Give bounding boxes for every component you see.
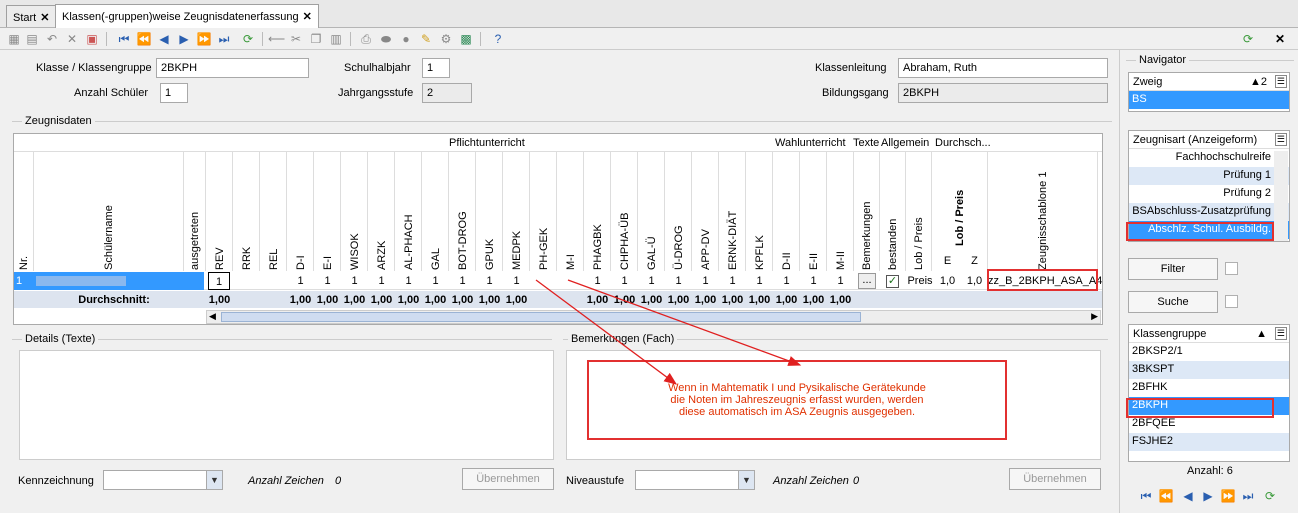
list-item[interactable]: 2BFHK [1129, 379, 1289, 397]
list-item[interactable]: BSAbschluss-Zusatzprüfung [1129, 203, 1289, 221]
anzahl-zeichen-label: Anzahl Zeichen [773, 475, 849, 487]
list-item[interactable]: Prüfung 1 [1129, 167, 1289, 185]
niveau-label: Niveaustufe [566, 475, 625, 487]
highlight-klassengruppe [1126, 398, 1274, 418]
filter-button[interactable]: Filter [1128, 258, 1218, 280]
zeugnisart-header[interactable]: Zeugnisart (Anzeigeform) ☰ [1129, 131, 1289, 149]
suche-button[interactable]: Suche [1128, 291, 1218, 313]
navigator-nav: ⏮ ⏪ ◀ ▶ ⏩ ⏭ ⟳ [1138, 485, 1288, 504]
chevron-down-icon[interactable]: ▼ [206, 471, 222, 489]
uebernehmen-button[interactable]: Übernehmen [462, 468, 554, 490]
next-page-icon[interactable]: ⏩ [1220, 488, 1236, 504]
list-item[interactable]: Prüfung 2 [1129, 185, 1289, 203]
anzahl-zeichen-value: 0 [853, 475, 860, 487]
sort-icon: ▲2 [1249, 76, 1267, 88]
navigator-title: Navigator [1136, 54, 1190, 66]
uebernehmen-button[interactable]: Übernehmen [1009, 468, 1101, 490]
refresh-icon[interactable]: ⟳ [1262, 488, 1278, 504]
filter-checkbox[interactable] [1225, 262, 1238, 275]
zweig-header[interactable]: Zweig ▲2 ☰ [1129, 73, 1289, 91]
list-item[interactable]: 3BKSPT [1129, 361, 1289, 379]
anzahl-zeichen-value: 0 [335, 475, 342, 487]
zweig-header-label: Zweig [1133, 76, 1163, 88]
klassengruppe-header-label: Klassengruppe [1133, 328, 1207, 340]
list-item[interactable]: FSJHE2 [1129, 433, 1289, 451]
vertical-scrollbar[interactable] [1274, 151, 1288, 241]
filter-icon[interactable]: ☰ [1274, 327, 1287, 340]
sort-icon: ▲ [1256, 328, 1267, 340]
prev-record-icon[interactable]: ◀ [1180, 488, 1196, 504]
filter-icon[interactable]: ☰ [1274, 75, 1287, 88]
next-record-icon[interactable]: ▶ [1200, 488, 1216, 504]
zweig-list[interactable]: Zweig ▲2 ☰ BS [1128, 72, 1290, 112]
last-record-icon[interactable]: ⏭ [1240, 488, 1256, 504]
annotation-arrows [535, 279, 802, 385]
suche-checkbox[interactable] [1225, 295, 1238, 308]
chevron-down-icon[interactable]: ▼ [738, 471, 754, 489]
klassengruppe-header[interactable]: Klassengruppe ▲ ☰ [1129, 325, 1289, 343]
anzahl-zeichen-label: Anzahl Zeichen [248, 475, 324, 487]
niveau-select[interactable]: ▼ [635, 470, 755, 490]
anzahl-count: Anzahl: 6 [1187, 465, 1233, 477]
klassengruppe-list[interactable]: Klassengruppe ▲ ☰ 2BKSP2/1 3BKSPT 2BFHK 2B… [1128, 324, 1290, 462]
list-item[interactable]: Fachhochschulreife [1129, 149, 1289, 167]
sort-count: 2 [1260, 76, 1267, 88]
prev-page-icon[interactable]: ⏪ [1158, 488, 1174, 504]
first-record-icon[interactable]: ⏮ [1138, 488, 1154, 504]
filter-icon[interactable]: ☰ [1274, 133, 1287, 146]
list-item[interactable]: 2BKSP2/1 [1129, 343, 1289, 361]
zeugnisart-header-label: Zeugnisart (Anzeigeform) [1133, 134, 1258, 146]
list-item[interactable]: BS [1129, 91, 1289, 109]
kennzeichnung-select[interactable]: ▼ [103, 470, 223, 490]
highlight-zeugnisart [1126, 222, 1274, 241]
kennzeichnung-label: Kennzeichnung [18, 475, 94, 487]
